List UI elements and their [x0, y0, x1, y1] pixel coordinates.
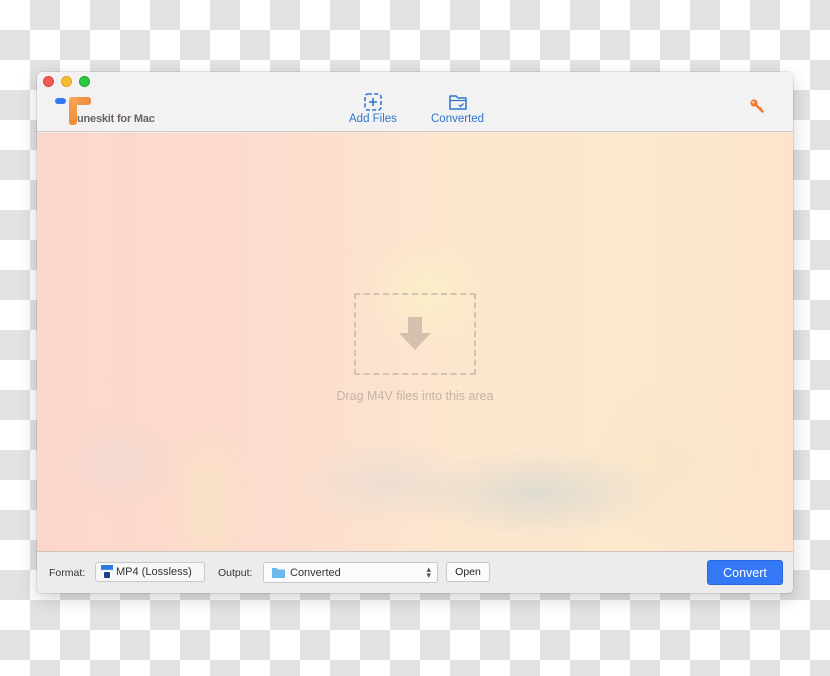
drop-target-box[interactable]	[354, 293, 476, 375]
updown-chevron-icon: ▴ ▾	[426, 564, 431, 580]
output-label: Output:	[218, 567, 253, 579]
app-window: uneskit for Mac Add Files Converted Drag…	[37, 72, 793, 593]
download-arrow-icon	[399, 317, 431, 350]
folder-check-icon	[448, 95, 467, 110]
open-button[interactable]: Open	[446, 562, 490, 582]
drop-hint-text: Drag M4V files into this area	[336, 389, 494, 403]
mp4-file-icon	[101, 565, 113, 579]
output-folder-select[interactable]: Converted ▴ ▾	[263, 562, 438, 583]
app-logo: uneskit for Mac	[55, 94, 175, 128]
logo-t-stem	[69, 97, 77, 125]
format-label: Format:	[49, 567, 86, 579]
window-controls	[43, 76, 90, 87]
key-icon	[750, 99, 764, 113]
minimize-window-button[interactable]	[61, 76, 72, 87]
register-button[interactable]	[749, 98, 765, 119]
add-files-icon	[364, 93, 382, 111]
toolbar: uneskit for Mac Add Files Converted	[37, 72, 793, 132]
output-value: Converted	[290, 566, 341, 579]
app-name: uneskit for Mac	[77, 113, 155, 125]
converted-button[interactable]: Converted	[431, 93, 484, 125]
format-select[interactable]: MP4 (Lossless)	[95, 562, 205, 582]
maximize-window-button[interactable]	[79, 76, 90, 87]
drop-zone[interactable]: Drag M4V files into this area	[37, 133, 793, 551]
bottom-bar: Format: MP4 (Lossless) Output: Converted…	[37, 551, 793, 593]
close-window-button[interactable]	[43, 76, 54, 87]
logo-dash	[55, 98, 66, 104]
folder-icon	[272, 568, 285, 578]
add-files-button[interactable]: Add Files	[349, 93, 397, 125]
convert-button[interactable]: Convert	[707, 560, 783, 585]
format-value: MP4 (Lossless)	[116, 566, 192, 578]
converted-label: Converted	[431, 113, 485, 125]
add-files-label: Add Files	[349, 113, 397, 125]
